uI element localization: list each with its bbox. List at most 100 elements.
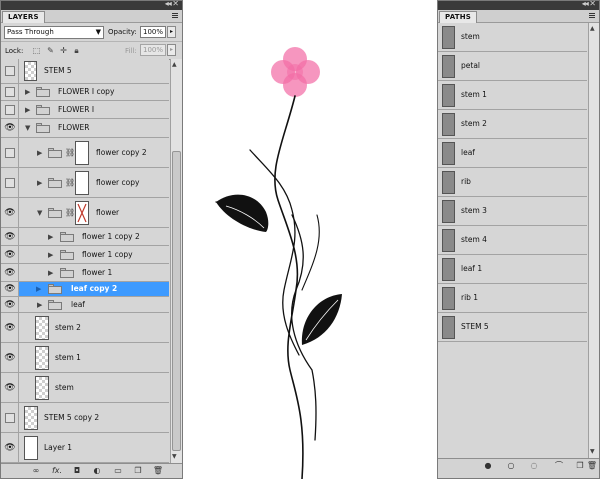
paths-panel-titlebar[interactable]: ◂◂ ✕ <box>438 0 599 10</box>
fill-slider-arrow-icon[interactable]: ▸ <box>167 44 176 56</box>
new-layer-icon[interactable]: ❐ <box>132 465 144 477</box>
path-row-leaf[interactable]: leaf <box>438 139 587 168</box>
expand-triangle-icon[interactable]: ▶ <box>48 251 56 259</box>
layer-thumbnail <box>35 346 49 370</box>
layer-row-flower-i[interactable]: ▶ FLOWER I <box>1 101 169 119</box>
visibility-toggle[interactable] <box>1 168 19 197</box>
path-row-stem-5[interactable]: STEM 5 <box>438 313 587 342</box>
layer-row-flower-i-copy[interactable]: ▶ FLOWER I copy <box>1 84 169 101</box>
path-row-stem-3[interactable]: stem 3 <box>438 197 587 226</box>
path-row-rib[interactable]: rib <box>438 168 587 197</box>
expand-triangle-icon[interactable]: ▶ <box>48 269 56 277</box>
expand-triangle-icon[interactable]: ▶ <box>37 179 45 187</box>
link-chain-icon[interactable]: ⛓ <box>65 207 75 219</box>
layers-panel-titlebar[interactable]: ◂◂ ✕ <box>1 0 182 10</box>
scroll-down-arrow-icon[interactable]: ▼ <box>590 448 595 455</box>
add-mask-icon[interactable]: ◘ <box>71 465 83 477</box>
path-row-stem-1[interactable]: stem 1 <box>438 81 587 110</box>
path-row-leaf-1[interactable]: leaf 1 <box>438 255 587 284</box>
document-canvas[interactable] <box>184 0 434 479</box>
path-name: stem 4 <box>461 235 487 244</box>
layer-row-flower[interactable]: 👁︎ ▼ ⛓ flower <box>1 198 169 228</box>
visibility-toggle[interactable]: 👁︎ <box>1 228 19 245</box>
visibility-toggle[interactable]: 👁︎ <box>1 246 19 263</box>
layer-row-leaf-copy-2[interactable]: 👁︎ ▶ leaf copy 2 <box>1 282 169 297</box>
layer-row-flower-copy-2[interactable]: ▶ ⛓ flower copy 2 <box>1 138 169 168</box>
scroll-up-arrow-icon[interactable]: ▲ <box>590 25 595 32</box>
expand-triangle-icon[interactable]: ▶ <box>25 106 33 114</box>
expand-triangle-icon[interactable]: ▶ <box>37 301 45 309</box>
new-group-icon[interactable]: ▭ <box>112 465 124 477</box>
adjustment-layer-icon[interactable]: ◐ <box>91 465 103 477</box>
collapse-triangle-icon[interactable]: ▼ <box>25 124 33 132</box>
opacity-slider-arrow-icon[interactable]: ▸ <box>167 26 176 38</box>
expand-triangle-icon[interactable]: ▶ <box>25 88 33 96</box>
layer-row-leaf[interactable]: 👁︎ ▶ leaf <box>1 297 169 313</box>
collapse-arrows-icon[interactable]: ◂◂ ✕ <box>165 0 179 8</box>
path-name: leaf <box>461 148 475 157</box>
visibility-toggle[interactable]: 👁︎ <box>1 264 19 281</box>
scroll-up-arrow-icon[interactable]: ▲ <box>172 61 177 68</box>
load-selection-icon[interactable]: ◌ <box>528 460 540 472</box>
visibility-toggle[interactable] <box>1 403 19 432</box>
tab-layers[interactable]: LAYERS <box>2 11 45 23</box>
visibility-toggle[interactable]: 👁︎ <box>1 343 19 372</box>
visibility-toggle[interactable]: 👁︎ <box>1 297 19 312</box>
visibility-toggle[interactable] <box>1 84 19 100</box>
new-path-icon[interactable]: ❐ <box>574 460 586 472</box>
paths-scrollbar[interactable]: ▲ ▼ <box>588 23 599 458</box>
path-row-stem-4[interactable]: stem 4 <box>438 226 587 255</box>
visibility-toggle[interactable] <box>1 138 19 167</box>
opacity-input[interactable]: 100% <box>140 26 166 38</box>
layers-scroll-thumb[interactable] <box>172 151 181 451</box>
scroll-down-arrow-icon[interactable]: ▼ <box>172 453 177 460</box>
layer-row-stem-5[interactable]: STEM 5 <box>1 59 169 84</box>
fill-input[interactable]: 100% <box>140 44 166 56</box>
visibility-toggle[interactable] <box>1 59 19 83</box>
link-chain-icon[interactable]: ⛓ <box>65 177 75 189</box>
visibility-toggle[interactable]: 👁︎ <box>1 119 19 137</box>
stroke-path-icon[interactable]: ○ <box>505 460 517 472</box>
expand-triangle-icon[interactable]: ▶ <box>37 149 45 157</box>
fx-icon[interactable]: fx. <box>50 465 64 477</box>
layer-row-stem[interactable]: 👁︎ stem <box>1 373 169 403</box>
layer-row-stem-5-copy-2[interactable]: STEM 5 copy 2 <box>1 403 169 433</box>
layer-row-flower-1-copy[interactable]: 👁︎ ▶ flower 1 copy <box>1 246 169 264</box>
layer-row-layer-1[interactable]: 👁︎ Layer 1 <box>1 433 169 463</box>
collapse-arrows-icon[interactable]: ◂◂ ✕ <box>582 0 596 8</box>
expand-triangle-icon[interactable]: ▶ <box>36 285 44 293</box>
tab-paths[interactable]: PATHS <box>439 11 478 23</box>
visibility-toggle[interactable]: 👁︎ <box>1 282 19 296</box>
path-row-stem[interactable]: stem <box>438 23 587 52</box>
trash-icon[interactable]: 🗑︎ <box>152 465 164 477</box>
layer-row-flower-copy[interactable]: ▶ ⛓ flower copy <box>1 168 169 198</box>
path-row-rib-1[interactable]: rib 1 <box>438 284 587 313</box>
visibility-toggle[interactable]: 👁︎ <box>1 198 19 227</box>
make-work-path-icon[interactable]: ⌒ <box>550 460 568 472</box>
fill-path-icon[interactable]: ● <box>482 460 494 472</box>
panel-menu-icon[interactable] <box>587 12 596 20</box>
layer-row-stem-2[interactable]: 👁︎ stem 2 <box>1 313 169 343</box>
visibility-toggle[interactable]: 👁︎ <box>1 313 19 342</box>
layer-row-flower-group[interactable]: 👁︎ ▼ FLOWER <box>1 119 169 138</box>
path-row-petal[interactable]: petal <box>438 52 587 81</box>
lock-position-icon[interactable]: ✛ <box>59 46 68 55</box>
lock-all-icon[interactable]: 🔒︎ <box>72 46 81 55</box>
visibility-toggle[interactable]: 👁︎ <box>1 373 19 402</box>
layer-row-flower-1[interactable]: 👁︎ ▶ flower 1 <box>1 264 169 282</box>
lock-pixels-icon[interactable]: ✎ <box>46 46 55 55</box>
collapse-triangle-icon[interactable]: ▼ <box>37 209 45 217</box>
layer-row-stem-1[interactable]: 👁︎ stem 1 <box>1 343 169 373</box>
layers-scrollbar[interactable]: ▲ ▼ <box>170 59 182 463</box>
lock-transparency-icon[interactable]: ⬚ <box>32 46 41 55</box>
link-chain-icon[interactable]: ⛓ <box>65 147 75 159</box>
trash-icon[interactable]: 🗑︎ <box>586 460 598 472</box>
link-icon[interactable]: ∞ <box>29 465 43 477</box>
visibility-toggle[interactable] <box>1 101 19 118</box>
blend-mode-select[interactable]: Pass Through ▼ <box>4 26 104 39</box>
visibility-toggle[interactable]: 👁︎ <box>1 433 19 462</box>
path-row-stem-2[interactable]: stem 2 <box>438 110 587 139</box>
panel-menu-icon[interactable] <box>170 12 179 20</box>
expand-triangle-icon[interactable]: ▶ <box>48 233 56 241</box>
layer-row-flower-1-copy-2[interactable]: 👁︎ ▶ flower 1 copy 2 <box>1 228 169 246</box>
